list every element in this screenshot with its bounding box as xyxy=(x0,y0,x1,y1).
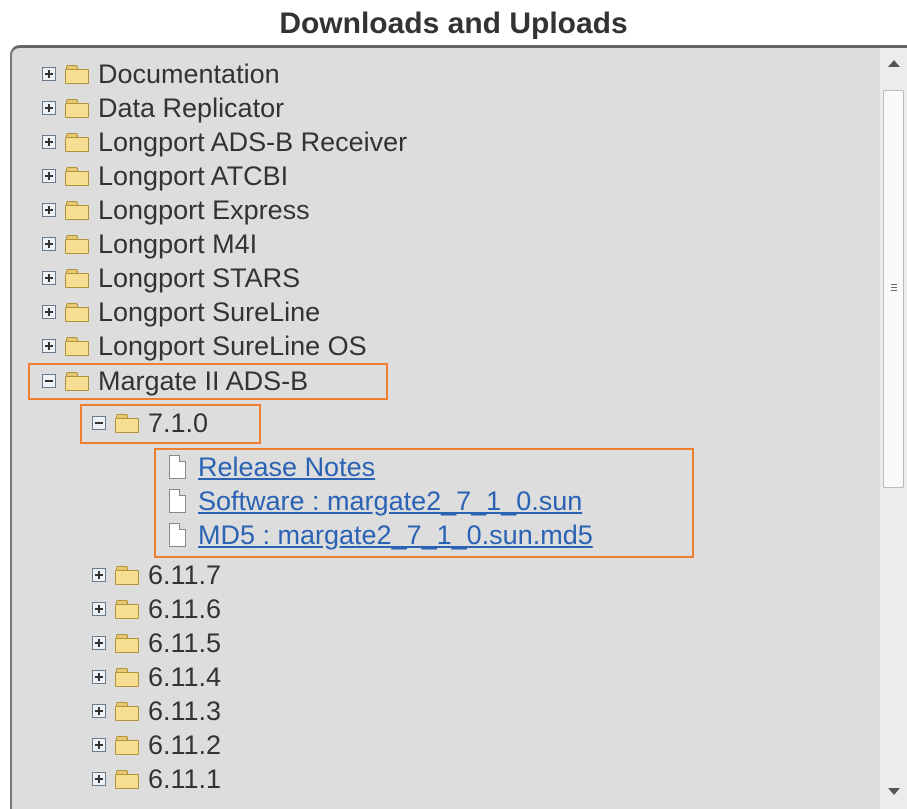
tree-node-label[interactable]: Longport STARS xyxy=(98,263,300,294)
tree-node-6-11-3[interactable]: 6.11.3 xyxy=(92,694,221,728)
folder-icon xyxy=(115,634,139,653)
expand-icon[interactable] xyxy=(42,237,56,251)
tree-node-label[interactable]: Documentation xyxy=(98,59,280,90)
page-title: Downloads and Uploads xyxy=(279,7,628,40)
expand-icon[interactable] xyxy=(42,339,56,353)
folder-icon xyxy=(65,201,89,220)
tree-node-label[interactable]: 6.11.3 xyxy=(148,696,221,727)
tree-node-label[interactable]: Margate II ADS-B xyxy=(98,366,308,397)
file-link[interactable]: MD5 : margate2_7_1_0.sun.md5 xyxy=(198,520,593,551)
tree-node-6-11-5[interactable]: 6.11.5 xyxy=(92,626,221,660)
tree-node-6-11-1[interactable]: 6.11.1 xyxy=(92,762,221,796)
expand-icon[interactable] xyxy=(42,169,56,183)
folder-icon xyxy=(115,566,139,585)
expand-icon[interactable] xyxy=(92,670,106,684)
expand-icon[interactable] xyxy=(42,305,56,319)
file-icon xyxy=(169,523,186,547)
tree-node-6-11-6[interactable]: 6.11.6 xyxy=(92,592,221,626)
tree-node-longport-ads-b-receiver[interactable]: Longport ADS-B Receiver xyxy=(42,125,407,159)
tree-node-label[interactable]: 6.11.6 xyxy=(148,594,221,625)
folder-icon xyxy=(65,99,89,118)
expand-icon[interactable] xyxy=(42,271,56,285)
tree-node-label[interactable]: Longport SureLine OS xyxy=(98,331,367,362)
folder-icon xyxy=(115,736,139,755)
expand-icon[interactable] xyxy=(92,636,106,650)
folder-icon xyxy=(65,337,89,356)
folder-icon xyxy=(65,167,89,186)
tree-node-6-11-2[interactable]: 6.11.2 xyxy=(92,728,221,762)
expand-icon[interactable] xyxy=(92,602,106,616)
folder-icon xyxy=(65,235,89,254)
expand-icon[interactable] xyxy=(92,704,106,718)
folder-icon xyxy=(65,303,89,322)
expand-icon[interactable] xyxy=(92,738,106,752)
tree-node-longport-m4i[interactable]: Longport M4I xyxy=(42,227,257,261)
tree-node-label[interactable]: Data Replicator xyxy=(98,93,284,124)
tree-node-label[interactable]: 6.11.5 xyxy=(148,628,221,659)
tree-node-margate-ii-ads-b[interactable]: Margate II ADS-B xyxy=(42,364,308,398)
collapse-icon[interactable] xyxy=(92,416,106,430)
tree-node-longport-sureline[interactable]: Longport SureLine xyxy=(42,295,320,329)
tree-node-longport-express[interactable]: Longport Express xyxy=(42,193,310,227)
expand-icon[interactable] xyxy=(42,135,56,149)
folder-icon xyxy=(115,668,139,687)
folder-icon xyxy=(115,414,139,433)
expand-icon[interactable] xyxy=(92,772,106,786)
tree-node-6-11-7[interactable]: 6.11.7 xyxy=(92,558,221,592)
tree-node-longport-sureline-os[interactable]: Longport SureLine OS xyxy=(42,329,367,363)
grip-line xyxy=(891,290,897,291)
file-icon xyxy=(169,455,186,479)
vertical-scrollbar[interactable] xyxy=(880,48,907,809)
expand-icon[interactable] xyxy=(42,101,56,115)
tree-node-label[interactable]: 7.1.0 xyxy=(148,408,208,439)
tree-node-label[interactable]: 6.11.7 xyxy=(148,560,221,591)
tree-node-data-replicator[interactable]: Data Replicator xyxy=(42,91,284,125)
scrollbar-thumb[interactable] xyxy=(883,90,904,488)
tree-node-label[interactable]: Longport ADS-B Receiver xyxy=(98,127,407,158)
file-link[interactable]: Software : margate2_7_1_0.sun xyxy=(198,486,582,517)
folder-icon xyxy=(65,133,89,152)
expand-icon[interactable] xyxy=(92,568,106,582)
file-item-release-notes[interactable]: Release Notes xyxy=(169,450,375,484)
tree-node-label[interactable]: 6.11.1 xyxy=(148,764,221,795)
tree-node-label[interactable]: Longport Express xyxy=(98,195,310,226)
expand-icon[interactable] xyxy=(42,203,56,217)
grip-line xyxy=(891,284,897,285)
file-item-software[interactable]: Software : margate2_7_1_0.sun xyxy=(169,484,582,518)
expand-icon[interactable] xyxy=(42,67,56,81)
folder-icon xyxy=(65,65,89,84)
tree-panel: Documentation Data Replicator Longport A… xyxy=(10,45,907,809)
folder-icon xyxy=(115,702,139,721)
tree-node-label[interactable]: 6.11.2 xyxy=(148,730,221,761)
tree-node-label[interactable]: Longport M4I xyxy=(98,229,257,260)
folder-icon xyxy=(115,770,139,789)
collapse-icon[interactable] xyxy=(42,374,56,388)
tree-node-7-1-0[interactable]: 7.1.0 xyxy=(92,406,208,440)
tree-node-documentation[interactable]: Documentation xyxy=(42,57,280,91)
tree-node-label[interactable]: 6.11.4 xyxy=(148,662,221,693)
folder-icon xyxy=(65,372,89,391)
tree-node-6-11-4[interactable]: 6.11.4 xyxy=(92,660,221,694)
scroll-down-icon[interactable] xyxy=(888,788,900,795)
tree-node-longport-atcbi[interactable]: Longport ATCBI xyxy=(42,159,288,193)
tree-node-label[interactable]: Longport SureLine xyxy=(98,297,320,328)
folder-icon xyxy=(115,600,139,619)
file-link[interactable]: Release Notes xyxy=(198,452,375,483)
tree-node-longport-stars[interactable]: Longport STARS xyxy=(42,261,300,295)
scroll-up-icon[interactable] xyxy=(888,60,900,67)
folder-icon xyxy=(65,269,89,288)
grip-line xyxy=(891,287,897,288)
file-item-md5[interactable]: MD5 : margate2_7_1_0.sun.md5 xyxy=(169,518,593,552)
tree-node-label[interactable]: Longport ATCBI xyxy=(98,161,288,192)
file-icon xyxy=(169,489,186,513)
